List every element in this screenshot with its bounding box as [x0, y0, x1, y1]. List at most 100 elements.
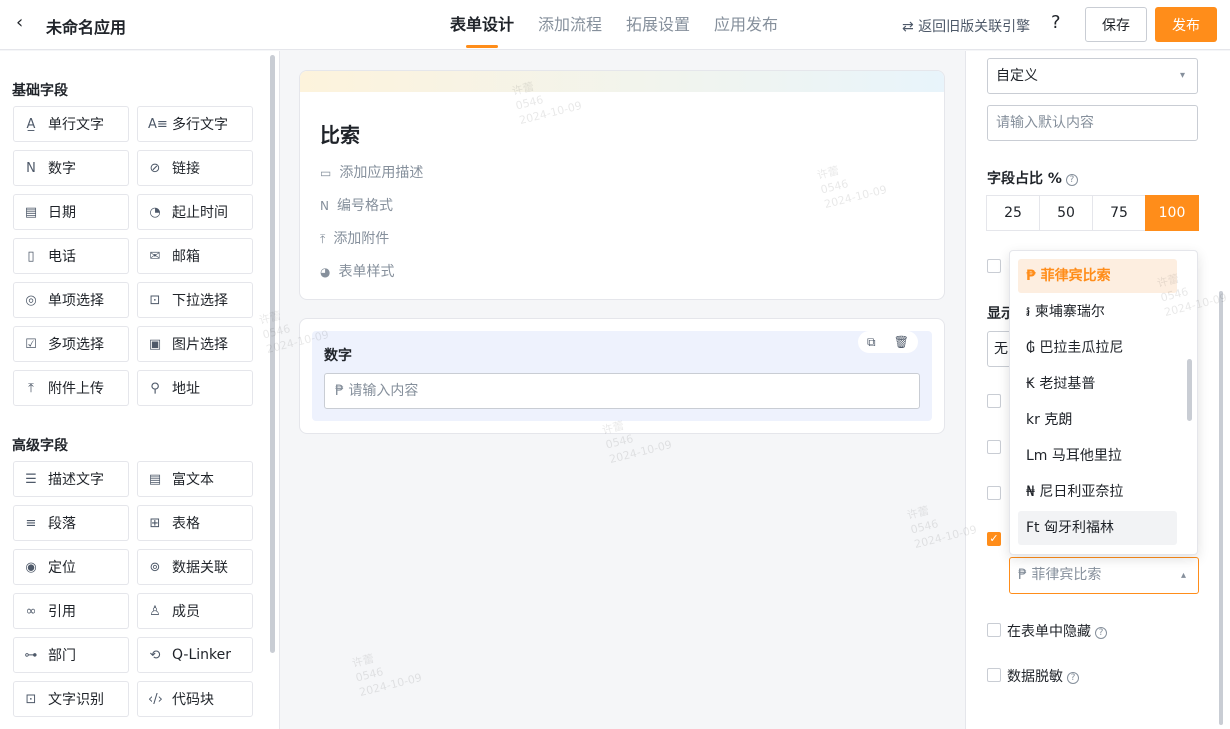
field-paragraph-button[interactable]: ≡ 段落	[13, 505, 129, 541]
description-icon: ☰	[25, 471, 37, 487]
field-member-button[interactable]: ♙ 成员	[137, 593, 253, 629]
option-label: 添加应用描述	[339, 165, 424, 181]
delete-icon[interactable]: 🗑	[894, 335, 909, 349]
option-checkbox-1[interactable]	[987, 259, 1001, 273]
upload-icon: ⤒	[320, 232, 326, 246]
field-multi-line-text-button[interactable]: A≡ 多行文字	[137, 106, 253, 142]
help-circle-icon[interactable]: ?	[1095, 627, 1107, 639]
currency-option-php[interactable]: ₱ 菲律宾比索	[1018, 259, 1177, 293]
currency-option-huf[interactable]: Ft 匈牙利福林	[1018, 511, 1177, 545]
field-number-button[interactable]: N 数字	[13, 150, 129, 186]
field-attachment-button[interactable]: ⤒ 附件上传	[13, 370, 129, 406]
field-label: 段落	[48, 516, 76, 532]
number-input-preview[interactable]: ₱ 请输入内容	[324, 373, 920, 409]
help-circle-icon[interactable]: ?	[1067, 672, 1079, 684]
currency-option-kr[interactable]: kr 克朗	[1018, 403, 1177, 437]
field-label: 引用	[48, 604, 76, 620]
field-ocr-button[interactable]: ⊡ 文字识别	[13, 681, 129, 717]
field-department-button[interactable]: ⊶ 部门	[13, 637, 129, 673]
field-table-button[interactable]: ⊞ 表格	[137, 505, 253, 541]
option-checkbox-3[interactable]	[987, 440, 1001, 454]
field-link-button[interactable]: ⊘ 链接	[137, 150, 253, 186]
copy-icon[interactable]: ⧉	[867, 335, 876, 350]
left-scrollbar[interactable]	[270, 55, 275, 653]
field-phone-button[interactable]: ▯ 电话	[13, 238, 129, 274]
add-description-option[interactable]: ▭ 添加应用描述	[320, 162, 423, 182]
q-linker-icon: ⟲	[149, 647, 161, 663]
currency-option-pyg[interactable]: ₲ 巴拉圭瓜拉尼	[1018, 331, 1177, 365]
help-icon[interactable]: ?	[1051, 12, 1061, 33]
currency-option-ngn[interactable]: ₦ 尼日利亚奈拉	[1018, 475, 1177, 509]
field-label: 链接	[172, 161, 200, 177]
ratio-100-button[interactable]: 100	[1145, 195, 1199, 231]
currency-checkbox[interactable]: ✓	[987, 532, 1001, 546]
field-single-line-text-button[interactable]: A̲ 单行文字	[13, 106, 129, 142]
help-circle-icon[interactable]: ?	[1065, 174, 1078, 186]
number-field-card[interactable]: 数字 ⧉ 🗑 ₱ 请输入内容	[299, 318, 945, 434]
top-bar: ‹ 未命名应用 表单设计 添加流程 拓展设置 应用发布 ⇄ 返回旧版关联引擎 ?…	[0, 0, 1230, 50]
currency-option-mtl[interactable]: Lm 马耳他里拉	[1018, 439, 1177, 473]
hide-in-form-checkbox[interactable]	[987, 623, 1001, 637]
field-dropdown-button[interactable]: ⊡ 下拉选择	[137, 282, 253, 318]
app-title: 未命名应用	[46, 18, 127, 37]
field-ratio-segmented: 25 50 75 100	[986, 195, 1199, 231]
time-range-icon: ◔	[149, 204, 161, 220]
tab-form-design[interactable]: 表单设计	[450, 0, 514, 50]
field-label: 单项选择	[48, 293, 104, 309]
form-style-option[interactable]: ◕ 表单样式	[320, 261, 394, 281]
option-checkbox-4[interactable]	[987, 486, 1001, 500]
right-scrollbar[interactable]	[1219, 291, 1223, 725]
tab-app-publish[interactable]: 应用发布	[714, 0, 778, 50]
dropdown-icon: ⊡	[149, 292, 161, 308]
number-format-option[interactable]: N 编号格式	[320, 195, 393, 215]
field-label: 富文本	[172, 472, 214, 488]
field-multi-choice-button[interactable]: ☑ 多项选择	[13, 326, 129, 362]
tab-extension-settings[interactable]: 拓展设置	[626, 0, 690, 50]
form-canvas: 比索 ▭ 添加应用描述 N 编号格式 ⤒ 添加附件 ◕ 表单样式 数字 ⧉ 🗑 ₱ 请输…	[281, 51, 964, 729]
field-selected-area[interactable]: 数字 ⧉ 🗑 ₱ 请输入内容	[312, 331, 932, 421]
add-attachment-option[interactable]: ⤒ 添加附件	[320, 228, 389, 248]
field-image-choice-button[interactable]: ▣ 图片选择	[137, 326, 253, 362]
field-label: 部门	[48, 648, 76, 664]
field-email-button[interactable]: ✉ 邮箱	[137, 238, 253, 274]
default-value-input[interactable]: 请输入默认内容	[987, 105, 1198, 141]
field-label: 单行文字	[48, 117, 104, 133]
ratio-50-button[interactable]: 50	[1039, 195, 1093, 231]
field-data-relation-button[interactable]: ⊚ 数据关联	[137, 549, 253, 585]
save-button[interactable]: 保存	[1085, 7, 1147, 42]
field-reference-button[interactable]: ∞ 引用	[13, 593, 129, 629]
field-q-linker-button[interactable]: ⟲ Q-Linker	[137, 637, 253, 673]
currency-select[interactable]: ₱ 菲律宾比索 ▴	[1009, 557, 1199, 594]
dropdown-scrollbar[interactable]	[1187, 359, 1192, 421]
code-block-icon: ‹/›	[148, 691, 163, 707]
number-icon: N	[320, 199, 329, 213]
ratio-25-button[interactable]: 25	[986, 195, 1040, 231]
form-title[interactable]: 比索	[320, 119, 360, 148]
publish-button[interactable]: 发布	[1155, 7, 1217, 42]
ratio-75-button[interactable]: 75	[1092, 195, 1146, 231]
field-location-button[interactable]: ◉ 定位	[13, 549, 129, 585]
field-address-button[interactable]: ⚲ 地址	[137, 370, 253, 406]
image-choice-icon: ▣	[148, 336, 162, 352]
currency-option-lak[interactable]: ₭ 老挝基普	[1018, 367, 1177, 401]
basic-fields-title: 基础字段	[12, 83, 68, 99]
tab-add-process[interactable]: 添加流程	[538, 0, 602, 50]
field-single-choice-button[interactable]: ◎ 单项选择	[13, 282, 129, 318]
email-icon: ✉	[149, 248, 161, 264]
advanced-fields-grid: ☰ 描述文字 ▤ 富文本 ≡ 段落 ⊞ 表格 ◉ 定位 ⊚ 数据关联 ∞ 引用 ♙ 成员 ⊶ 部门 ⟲ Q-Linke…	[13, 461, 253, 717]
back-arrow-icon[interactable]: ‹	[16, 12, 23, 33]
field-palette: 基础字段 A̲ 单行文字 A≡ 多行文字 N 数字 ⊘ 链接 ▤ 日期 ◔ 起止时间 ▯ 电话 ✉ 邮箱 ◎ 单项…	[0, 51, 280, 729]
field-time-range-button[interactable]: ◔ 起止时间	[137, 194, 253, 230]
field-description-button[interactable]: ☰ 描述文字	[13, 461, 129, 497]
field-label: 文字识别	[48, 692, 104, 708]
desensitize-text: 数据脱敏	[1007, 669, 1063, 685]
default-value-select[interactable]: 自定义 ▾	[987, 58, 1198, 94]
field-rich-text-button[interactable]: ▤ 富文本	[137, 461, 253, 497]
field-code-block-button[interactable]: ‹/› 代码块	[137, 681, 253, 717]
option-checkbox-2[interactable]	[987, 394, 1001, 408]
revert-old-engine-link[interactable]: ⇄ 返回旧版关联引擎	[902, 16, 1030, 36]
currency-option-khr[interactable]: ៛ 柬埔寨瑞尔	[1018, 295, 1177, 329]
field-date-button[interactable]: ▤ 日期	[13, 194, 129, 230]
desensitize-checkbox[interactable]	[987, 668, 1001, 682]
field-label: 多项选择	[48, 337, 104, 353]
